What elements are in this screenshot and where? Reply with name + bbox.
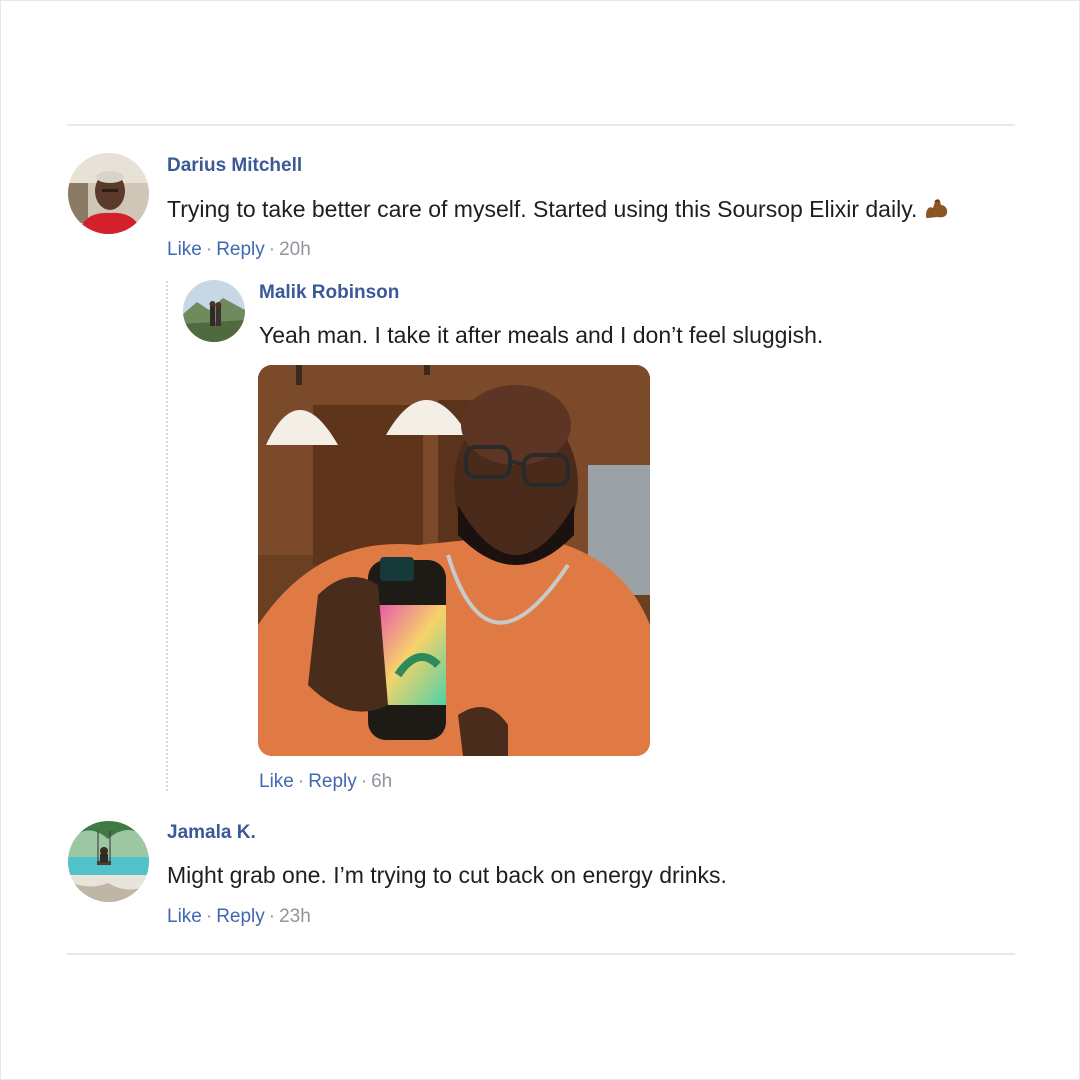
like-button[interactable]: Like: [167, 239, 202, 260]
separator: ·: [268, 239, 276, 260]
divider-top: [67, 124, 1015, 126]
separator: ·: [205, 239, 213, 260]
timestamp: 6h: [371, 771, 393, 792]
timestamp: 23h: [279, 906, 311, 927]
avatar-malik-robinson[interactable]: [183, 280, 245, 342]
avatar-darius-mitchell[interactable]: [68, 153, 149, 234]
comments-panel: Darius Mitchell Trying to take better ca…: [0, 0, 1080, 1080]
reply-button[interactable]: Reply: [216, 906, 265, 927]
divider-bottom: [67, 953, 1015, 955]
reply-button[interactable]: Reply: [216, 239, 265, 260]
comment-actions: Like · Reply · 23h: [167, 906, 311, 928]
comment-author[interactable]: Darius Mitchell: [167, 155, 302, 177]
separator: ·: [268, 906, 276, 927]
comment-author[interactable]: Jamala K.: [167, 822, 256, 844]
avatar-jamala-k[interactable]: [68, 821, 149, 902]
reply-button[interactable]: Reply: [308, 771, 357, 792]
comment-author[interactable]: Malik Robinson: [259, 282, 399, 304]
comment-body: Trying to take better care of myself. St…: [167, 196, 918, 222]
separator: ·: [205, 906, 213, 927]
like-button[interactable]: Like: [167, 906, 202, 927]
separator: ·: [360, 771, 368, 792]
flexed-biceps-icon: [923, 196, 949, 226]
comment-text: Trying to take better care of myself. St…: [167, 196, 949, 226]
comment-text: Yeah man. I take it after meals and I do…: [259, 322, 824, 348]
timestamp: 20h: [279, 239, 311, 260]
comment-actions: Like · Reply · 20h: [167, 239, 311, 261]
attached-photo[interactable]: [258, 365, 650, 756]
comment-text: Might grab one. I’m trying to cut back o…: [167, 862, 727, 888]
comment-actions: Like · Reply · 6h: [259, 771, 392, 793]
reply-thread-line: [166, 281, 168, 791]
separator: ·: [297, 771, 305, 792]
like-button[interactable]: Like: [259, 771, 294, 792]
